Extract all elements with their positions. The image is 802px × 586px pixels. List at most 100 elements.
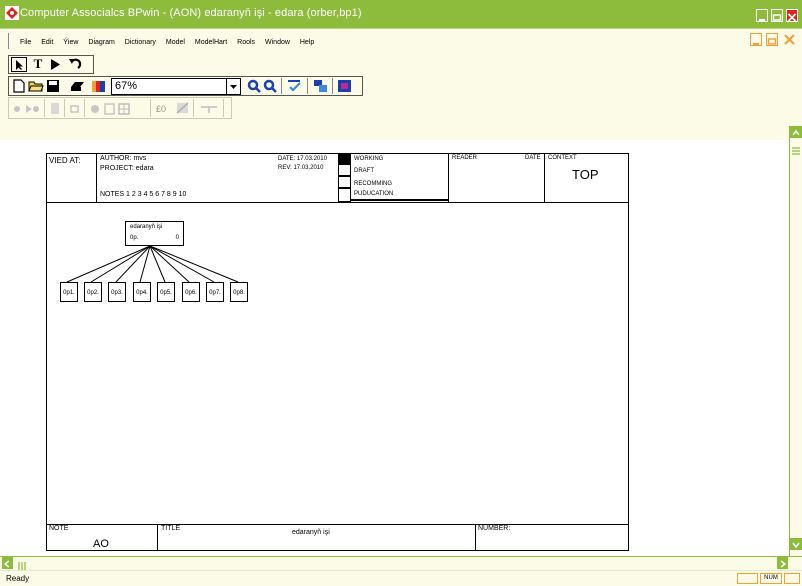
- menu-file[interactable]: File: [20, 39, 31, 46]
- doc-close-button[interactable]: [783, 33, 795, 46]
- pointer-tool-button[interactable]: [11, 57, 27, 72]
- scroll-right-button[interactable]: [777, 557, 788, 569]
- scroll-thumb[interactable]: [791, 144, 801, 158]
- rev-text: REV: 17.03.2010: [278, 165, 324, 171]
- reader-label: READER: [452, 155, 478, 161]
- status-recommended-label: RECOMMING: [354, 181, 392, 187]
- maximize-button[interactable]: [771, 9, 783, 22]
- status-draft-checkbox[interactable]: [338, 164, 351, 176]
- model-explorer-button[interactable]: [313, 79, 329, 93]
- window-title: Computer Associalcs BPwin - (AON) edaran…: [20, 7, 362, 19]
- h-scroll-thumb[interactable]: [16, 558, 30, 570]
- report-button[interactable]: [337, 79, 353, 93]
- box-tool-button[interactable]: [12, 101, 42, 116]
- header-divider: [448, 153, 449, 202]
- magnifier-icon: [263, 79, 277, 93]
- menu-edit[interactable]: Edit: [41, 39, 53, 46]
- layout-tools[interactable]: [89, 101, 149, 116]
- num-indicator: NUM: [760, 573, 782, 584]
- connect-tool-button[interactable]: [198, 101, 220, 116]
- status-recommended-checkbox[interactable]: [338, 176, 351, 188]
- status-bar: Ready NUM: [0, 570, 802, 586]
- connector-icon: [201, 106, 217, 113]
- child-activity-node[interactable]: 0p6.: [182, 282, 200, 302]
- child-activity-node[interactable]: 0p8.: [230, 282, 248, 302]
- zoom-dropdown-button[interactable]: [226, 79, 240, 94]
- title-bar: Computer Associalcs BPwin - (AON) edaran…: [0, 0, 802, 28]
- check-model-button[interactable]: [287, 79, 303, 93]
- node-value: AO: [93, 538, 109, 550]
- horizontal-scrollbar[interactable]: [0, 556, 802, 570]
- save-button[interactable]: [46, 79, 60, 93]
- undo-tool-button[interactable]: [67, 57, 83, 72]
- status-publication-checkbox[interactable]: [338, 188, 351, 202]
- child-activity-node[interactable]: 0p3.: [108, 282, 126, 302]
- menu-help[interactable]: Help: [300, 39, 314, 46]
- close-icon: [787, 13, 797, 22]
- minimize-button[interactable]: [756, 9, 768, 22]
- numbering-tools[interactable]: £0: [155, 100, 191, 116]
- squiggle-tool-button[interactable]: [69, 101, 81, 116]
- status-checkboxes: [338, 153, 351, 202]
- menu-tools[interactable]: Rools: [237, 39, 255, 46]
- footer-divider: [46, 524, 629, 525]
- menu-model[interactable]: Model: [166, 39, 185, 46]
- child-activity-node[interactable]: 0p4.: [133, 282, 151, 302]
- status-draft-label: DRAFT: [354, 168, 374, 174]
- new-button[interactable]: [12, 79, 26, 93]
- child-activity-node[interactable]: 0p5.: [157, 282, 175, 302]
- menu-modelhart[interactable]: ModelHart: [195, 39, 227, 46]
- zoom-value: 67%: [115, 80, 138, 92]
- zoom-in-button[interactable]: [247, 79, 261, 93]
- scroll-left-button[interactable]: [2, 557, 13, 569]
- scroll-down-button[interactable]: [790, 538, 802, 550]
- toolbar-separator: [64, 99, 65, 117]
- child-activity-node[interactable]: 0p2.: [84, 282, 102, 302]
- status-publication-label: PUDUCATION: [354, 191, 394, 197]
- toolbar-separator: [281, 78, 282, 94]
- restore-icon: [772, 14, 782, 21]
- arrow-shapes-icon: [14, 105, 39, 113]
- printer-icon: [71, 82, 84, 91]
- root-node-number: 0p.: [130, 235, 139, 241]
- arrow-tool-button[interactable]: [49, 101, 61, 116]
- color-button[interactable]: [91, 79, 107, 93]
- open-button[interactable]: [28, 79, 44, 93]
- minimize-icon: [753, 43, 759, 45]
- reader-date-label: DATE: [525, 155, 541, 161]
- toolbar-separator: [150, 99, 151, 117]
- header-divider: [96, 153, 97, 202]
- project-text: PROJECT: edara: [100, 165, 154, 172]
- run-tool-button[interactable]: [48, 57, 62, 72]
- scroll-up-button[interactable]: [790, 126, 802, 138]
- zoom-out-button[interactable]: [263, 79, 277, 93]
- palette-icon: [92, 81, 105, 92]
- zoom-select[interactable]: 67%: [111, 78, 241, 95]
- child-activity-node[interactable]: 0p7.: [206, 282, 224, 302]
- status-working-checkbox[interactable]: [338, 153, 351, 164]
- doc-minimize-button[interactable]: [750, 33, 762, 46]
- close-icon: [784, 34, 795, 45]
- menu-items: File Edit Ýiew Diagram Dictionary Model …: [20, 39, 322, 46]
- menu-view[interactable]: Ýiew: [63, 39, 78, 46]
- toolbar-separator: [84, 99, 85, 117]
- print-button[interactable]: [69, 78, 85, 94]
- menu-dictionary[interactable]: Dictionary: [125, 39, 156, 46]
- layout-icons: [91, 103, 130, 115]
- close-button[interactable]: [786, 9, 798, 22]
- text-tool-button[interactable]: T: [31, 56, 45, 72]
- magnifier-icon: [247, 79, 261, 93]
- square-icon: [70, 105, 79, 113]
- child-activity-node[interactable]: 0p1.: [60, 282, 78, 302]
- used-at-label: VIED AT:: [49, 156, 81, 165]
- author-text: AUTHOR: mvs: [100, 155, 147, 162]
- doc-restore-button[interactable]: [766, 33, 778, 46]
- root-activity-node[interactable]: edaranyň işi 0p. 0: [125, 221, 184, 246]
- play-icon: [51, 59, 60, 70]
- node-label: NOTE: [49, 525, 69, 532]
- menu-window[interactable]: Window: [265, 39, 290, 46]
- menu-diagram[interactable]: Diagram: [88, 39, 114, 46]
- menu-bar: File Edit Ýiew Diagram Dictionary Model …: [0, 28, 802, 54]
- vertical-scrollbar[interactable]: [789, 126, 802, 556]
- status-text: Ready: [6, 574, 30, 583]
